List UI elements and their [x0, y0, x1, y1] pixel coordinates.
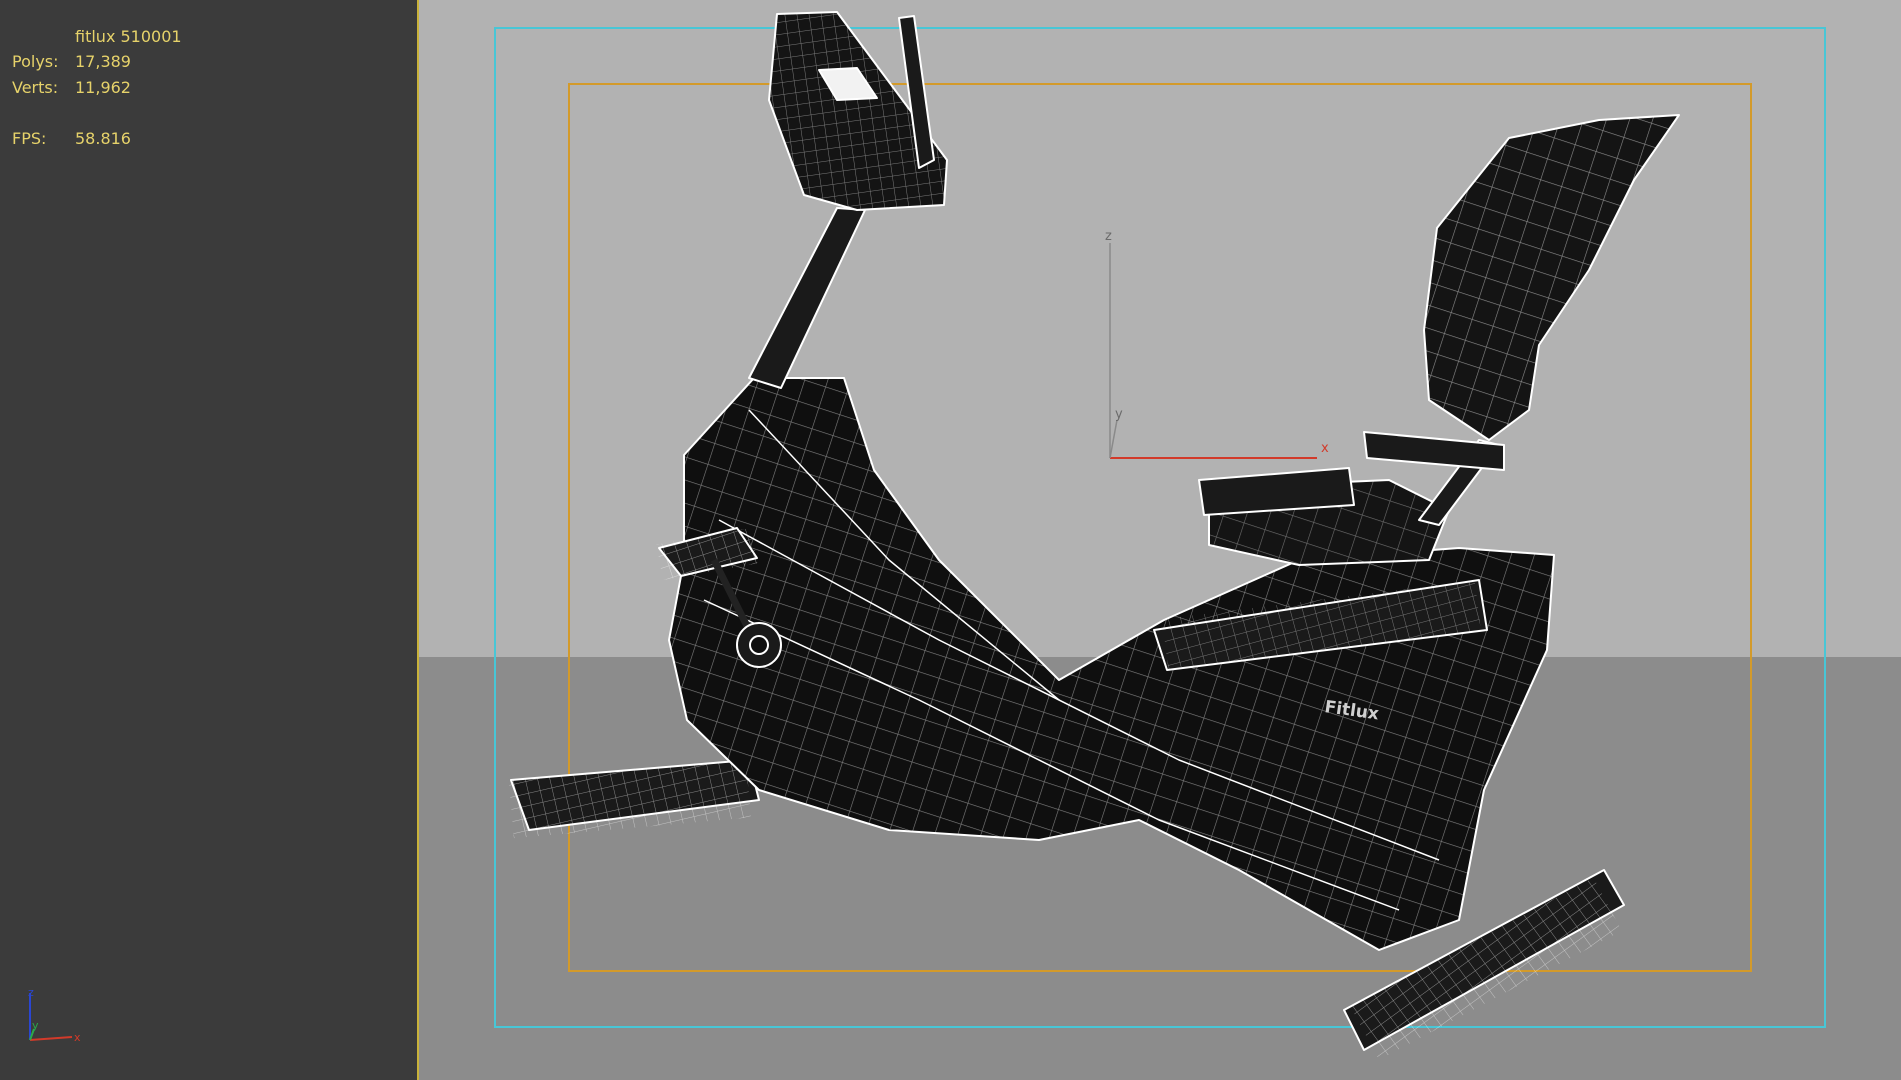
- console-mast: [748, 207, 866, 389]
- view-axis-z-label: z: [28, 986, 34, 999]
- gizmo-z-label: z: [1105, 229, 1112, 244]
- bike-console: [768, 11, 948, 211]
- seat-backrest: [1423, 114, 1680, 441]
- 3d-viewport[interactable]: z x y Fitlux: [417, 0, 1901, 1080]
- polys-value: 17,389: [75, 52, 131, 71]
- left-panel: fitlux 510001 Polys: 17,389 Verts: 11,96…: [0, 0, 417, 1080]
- bike-model[interactable]: Fitlux: [508, 11, 1680, 1060]
- gizmo-y-axis: [1109, 419, 1118, 459]
- fps-value: 58.816: [75, 129, 131, 148]
- verts-row: Verts: 11,962: [0, 78, 300, 98]
- seat-cushion: [1198, 467, 1450, 566]
- backrest-handle: [1363, 431, 1505, 471]
- fps-row: FPS: 58.816: [0, 129, 300, 149]
- front-stabilizer: [508, 759, 760, 839]
- transform-gizmo[interactable]: z x y: [1105, 229, 1329, 459]
- view-axis-indicator: z x y: [28, 986, 81, 1044]
- viewport-canvas: z x y Fitlux: [494, 11, 1826, 1060]
- gizmo-y-label: y: [1115, 407, 1123, 422]
- verts-label: Verts:: [12, 78, 59, 97]
- bike-body-wire: [669, 378, 1554, 950]
- view-axis-x-label: x: [74, 1031, 81, 1044]
- polys-label: Polys:: [12, 52, 59, 71]
- gizmo-x-label: x: [1321, 441, 1329, 456]
- verts-value: 11,962: [75, 78, 131, 97]
- app-window: fitlux 510001 Polys: 17,389 Verts: 11,96…: [0, 0, 1901, 1080]
- view-axis-x-line: [29, 1036, 73, 1041]
- fps-label: FPS:: [12, 129, 47, 148]
- view-axis-y-label: y: [32, 1019, 39, 1032]
- polys-row: Polys: 17,389: [0, 52, 300, 72]
- object-name: fitlux 510001: [75, 27, 182, 46]
